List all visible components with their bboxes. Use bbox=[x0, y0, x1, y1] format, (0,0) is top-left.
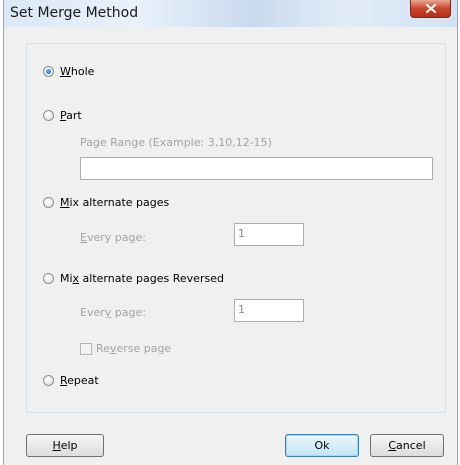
option-part[interactable]: Part bbox=[43, 109, 82, 122]
help-button[interactable]: Help bbox=[26, 434, 104, 457]
part-radio[interactable] bbox=[43, 110, 54, 121]
close-button[interactable] bbox=[410, 0, 451, 18]
mix-reversed-label: Mix alternate pages Reversed bbox=[60, 272, 224, 285]
repeat-radio[interactable] bbox=[43, 375, 54, 386]
mix-every-page-label: Every page: bbox=[80, 231, 146, 244]
page-range-input[interactable] bbox=[80, 157, 433, 180]
reverse-page-label: Reverse page bbox=[96, 342, 172, 355]
repeat-label: Repeat bbox=[60, 374, 99, 387]
page-range-label: Page Range (Example: 3,10,12-15) bbox=[80, 136, 272, 149]
ok-button-label: Ok bbox=[314, 439, 330, 452]
cancel-button[interactable]: Cancel bbox=[370, 434, 444, 457]
part-label: Part bbox=[60, 109, 82, 122]
ok-button[interactable]: Ok bbox=[285, 434, 359, 457]
reverse-page-option[interactable]: Reverse page bbox=[80, 342, 171, 355]
merge-options-group: Whole Part Page Range (Example: 3,10,12-… bbox=[26, 43, 446, 413]
option-mix-reversed[interactable]: Mix alternate pages Reversed bbox=[43, 272, 224, 285]
mix-alternate-label: Mix alternate pages bbox=[60, 196, 170, 209]
mix-alternate-radio[interactable] bbox=[43, 197, 54, 208]
help-button-label: Help bbox=[52, 439, 78, 452]
option-mix-alternate[interactable]: Mix alternate pages bbox=[43, 196, 169, 209]
mix-reversed-radio[interactable] bbox=[43, 273, 54, 284]
option-whole[interactable]: Whole bbox=[43, 65, 94, 78]
mix-every-page-input[interactable]: 1 bbox=[234, 223, 304, 246]
reverse-page-checkbox[interactable] bbox=[80, 342, 92, 355]
merge-method-dialog: Set Merge Method Whole Part Page Range (… bbox=[3, 0, 458, 465]
reversed-every-page-label: Every page: bbox=[80, 306, 146, 319]
whole-radio[interactable] bbox=[43, 66, 54, 77]
whole-label: Whole bbox=[60, 65, 95, 78]
dialog-title: Set Merge Method bbox=[10, 5, 139, 21]
dialog-body: Whole Part Page Range (Example: 3,10,12-… bbox=[4, 27, 457, 465]
cancel-button-label: Cancel bbox=[388, 439, 426, 452]
title-bar[interactable]: Set Merge Method bbox=[4, 0, 457, 28]
reversed-every-page-input[interactable]: 1 bbox=[234, 299, 304, 322]
option-repeat[interactable]: Repeat bbox=[43, 374, 99, 387]
close-icon bbox=[425, 4, 436, 13]
